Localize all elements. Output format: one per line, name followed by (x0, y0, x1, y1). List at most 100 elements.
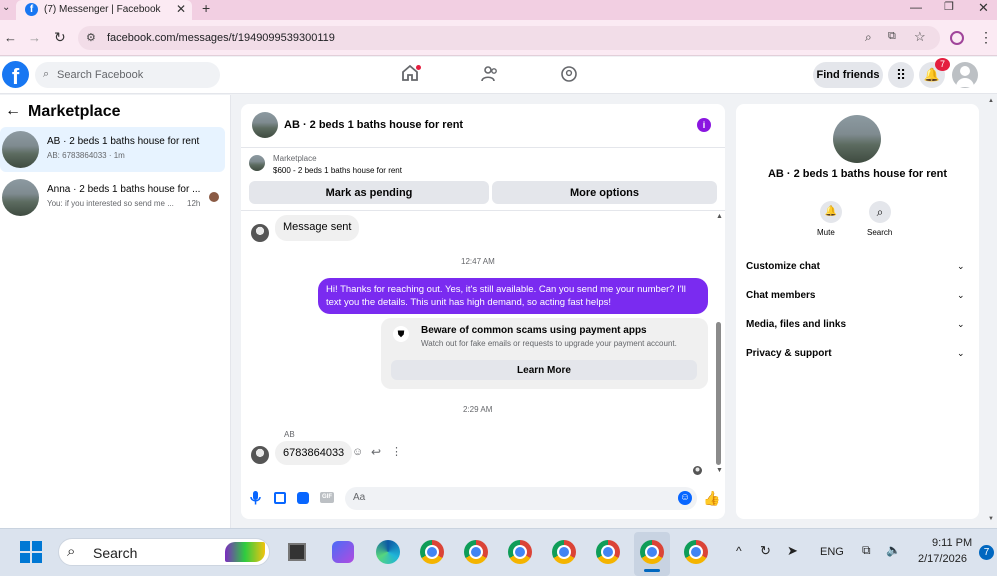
conversation-item-selected[interactable]: AB · 2 beds 1 baths house for rent AB: 6… (0, 127, 225, 172)
section-media-files-links[interactable]: Media, files and links ⌄ (746, 317, 971, 335)
timestamp: 2:29 AM (463, 405, 493, 414)
site-info-icon[interactable]: ⚙ (86, 31, 96, 44)
warning-body: Watch out for fake emails or requests to… (421, 339, 677, 348)
tab-close-icon[interactable]: ✕ (176, 2, 186, 16)
sidebar-title: Marketplace (28, 103, 121, 120)
sticker-icon[interactable] (297, 492, 309, 504)
chrome-icon[interactable] (420, 540, 444, 564)
seen-avatar (209, 192, 219, 202)
chrome-profile-icon[interactable] (552, 540, 576, 564)
learn-more-button[interactable]: Learn More (391, 360, 697, 380)
display-icon[interactable]: ⧉ (862, 543, 871, 558)
search-icon: ⌕ (43, 68, 50, 80)
install-app-icon[interactable]: ⧉ (888, 30, 896, 43)
facebook-logo-icon[interactable]: f (2, 61, 29, 89)
mute-bell-icon[interactable]: 🔔 (820, 201, 842, 223)
sync-icon[interactable]: ↻ (760, 543, 771, 559)
menu-grid-icon[interactable]: ⠿ (888, 62, 914, 88)
tab-title: (7) Messenger | Facebook (44, 4, 161, 15)
address-bar[interactable]: ⚙ facebook.com/messages/t/19490995393001… (78, 26, 940, 50)
react-icon[interactable]: ☺ (352, 446, 363, 458)
outgoing-message: Hi! Thanks for reaching out. Yes, it's s… (318, 278, 708, 314)
account-avatar[interactable] (952, 62, 978, 88)
page-scroll-up-icon[interactable]: ▲ (988, 98, 994, 104)
listing-description[interactable]: $600 - 2 beds 1 baths house for rent (273, 166, 402, 175)
language-indicator[interactable]: ENG (820, 546, 844, 558)
back-icon[interactable]: ← (4, 30, 17, 45)
bookmark-star-icon[interactable]: ☆ (914, 29, 926, 45)
profile-icon[interactable] (950, 31, 964, 45)
teams-meet-icon[interactable] (332, 541, 354, 563)
listing-thumbnail (2, 179, 39, 216)
info-icon[interactable]: i (697, 118, 711, 132)
listing-source: Marketplace (273, 154, 317, 163)
new-tab-button[interactable]: + (202, 0, 210, 16)
find-friends-button[interactable]: Find friends (813, 62, 883, 88)
forward-icon[interactable]: → (28, 30, 41, 45)
conversation-preview: AB: 6783864033 · 1m (47, 151, 125, 160)
tab-list-chevron-icon[interactable]: ⌄ (2, 2, 10, 13)
close-window-icon[interactable]: ✕ (978, 0, 989, 16)
chrome-profile-icon[interactable] (508, 540, 532, 564)
shield-icon: ⛊ (393, 326, 409, 342)
clock-time[interactable]: 9:11 PM (932, 537, 972, 549)
chrome-profile-icon[interactable] (464, 540, 488, 564)
search-icon: ⌕ (67, 543, 76, 560)
restore-icon[interactable]: ❐ (944, 0, 954, 13)
chat-header: AB · 2 beds 1 baths house for rent i (241, 104, 725, 148)
image-icon[interactable] (274, 492, 286, 504)
browser-tab[interactable]: f (7) Messenger | Facebook ✕ (16, 0, 192, 20)
section-chat-members[interactable]: Chat members ⌄ (746, 288, 971, 306)
browser-menu-icon[interactable]: ⋮ (979, 29, 993, 46)
clock-date[interactable]: 2/17/2026 (918, 553, 967, 565)
scroll-down-arrow-icon[interactable]: ▼ (716, 467, 723, 474)
conversation-preview: You: if you interested so send me ... (47, 199, 174, 208)
reload-icon[interactable]: ↻ (54, 29, 66, 46)
gif-icon[interactable]: GIF (320, 492, 334, 503)
microphone-icon[interactable] (250, 491, 261, 505)
page-scroll-down-icon[interactable]: ▼ (988, 516, 994, 522)
chevron-down-icon: ⌄ (957, 290, 965, 300)
facebook-favicon-icon: f (25, 3, 38, 16)
back-arrow-icon[interactable]: ← (5, 102, 21, 120)
conversation-item[interactable]: Anna · 2 beds 1 baths house for ... You:… (0, 175, 225, 220)
tray-overflow-chevron-icon[interactable]: ^ (736, 544, 742, 558)
taskbar-search-box[interactable]: ⌕ Search (58, 538, 270, 566)
chrome-profile-icon[interactable] (684, 540, 708, 564)
chat-scrollbar-thumb[interactable] (716, 322, 721, 465)
section-privacy-support[interactable]: Privacy & support ⌄ (746, 346, 971, 364)
emoji-icon[interactable]: ☺ (678, 491, 692, 505)
chat-title[interactable]: AB · 2 beds 1 baths house for rent (284, 119, 463, 131)
volume-icon[interactable]: 🔈 (886, 543, 901, 557)
facebook-search-input[interactable]: ⌕ Search Facebook (35, 62, 220, 88)
chrome-active-icon[interactable] (640, 540, 664, 564)
mark-pending-button[interactable]: Mark as pending (249, 181, 489, 204)
notification-center-badge[interactable]: 7 (979, 545, 994, 560)
more-actions-icon[interactable]: ⋮ (391, 445, 402, 458)
sender-avatar (251, 224, 269, 242)
search-icon[interactable]: ⌕ (869, 201, 891, 223)
minimize-icon[interactable]: — (910, 0, 922, 14)
taskbar-search-label: Search (93, 545, 138, 561)
message-composer-input[interactable]: Aa ☺ (345, 487, 697, 510)
friends-icon[interactable] (481, 66, 499, 82)
more-options-button[interactable]: More options (492, 181, 717, 204)
scroll-up-arrow-icon[interactable]: ▲ (716, 213, 723, 220)
zoom-icon[interactable]: ⌕ (865, 30, 872, 45)
edge-icon[interactable] (376, 540, 400, 564)
thumbs-up-icon[interactable]: 👍 (703, 490, 720, 507)
windows-start-icon[interactable] (20, 541, 42, 563)
reply-icon[interactable]: ↩ (371, 445, 381, 459)
listing-photo[interactable] (833, 115, 881, 163)
task-view-icon[interactable] (288, 543, 306, 561)
incoming-message: 6783864033 (275, 441, 353, 465)
chevron-down-icon: ⌄ (957, 261, 965, 271)
location-arrow-icon[interactable]: ➤ (787, 543, 798, 559)
search-highlight-mask-icon (225, 542, 265, 562)
marketplace-sidebar: ← Marketplace AB · 2 beds 1 baths house … (0, 95, 231, 528)
section-customize-chat[interactable]: Customize chat ⌄ (746, 259, 971, 277)
chrome-profile-icon[interactable] (596, 540, 620, 564)
groups-icon[interactable] (561, 66, 577, 82)
chat-avatar[interactable] (252, 112, 278, 138)
listing-thumbnail (2, 131, 39, 168)
